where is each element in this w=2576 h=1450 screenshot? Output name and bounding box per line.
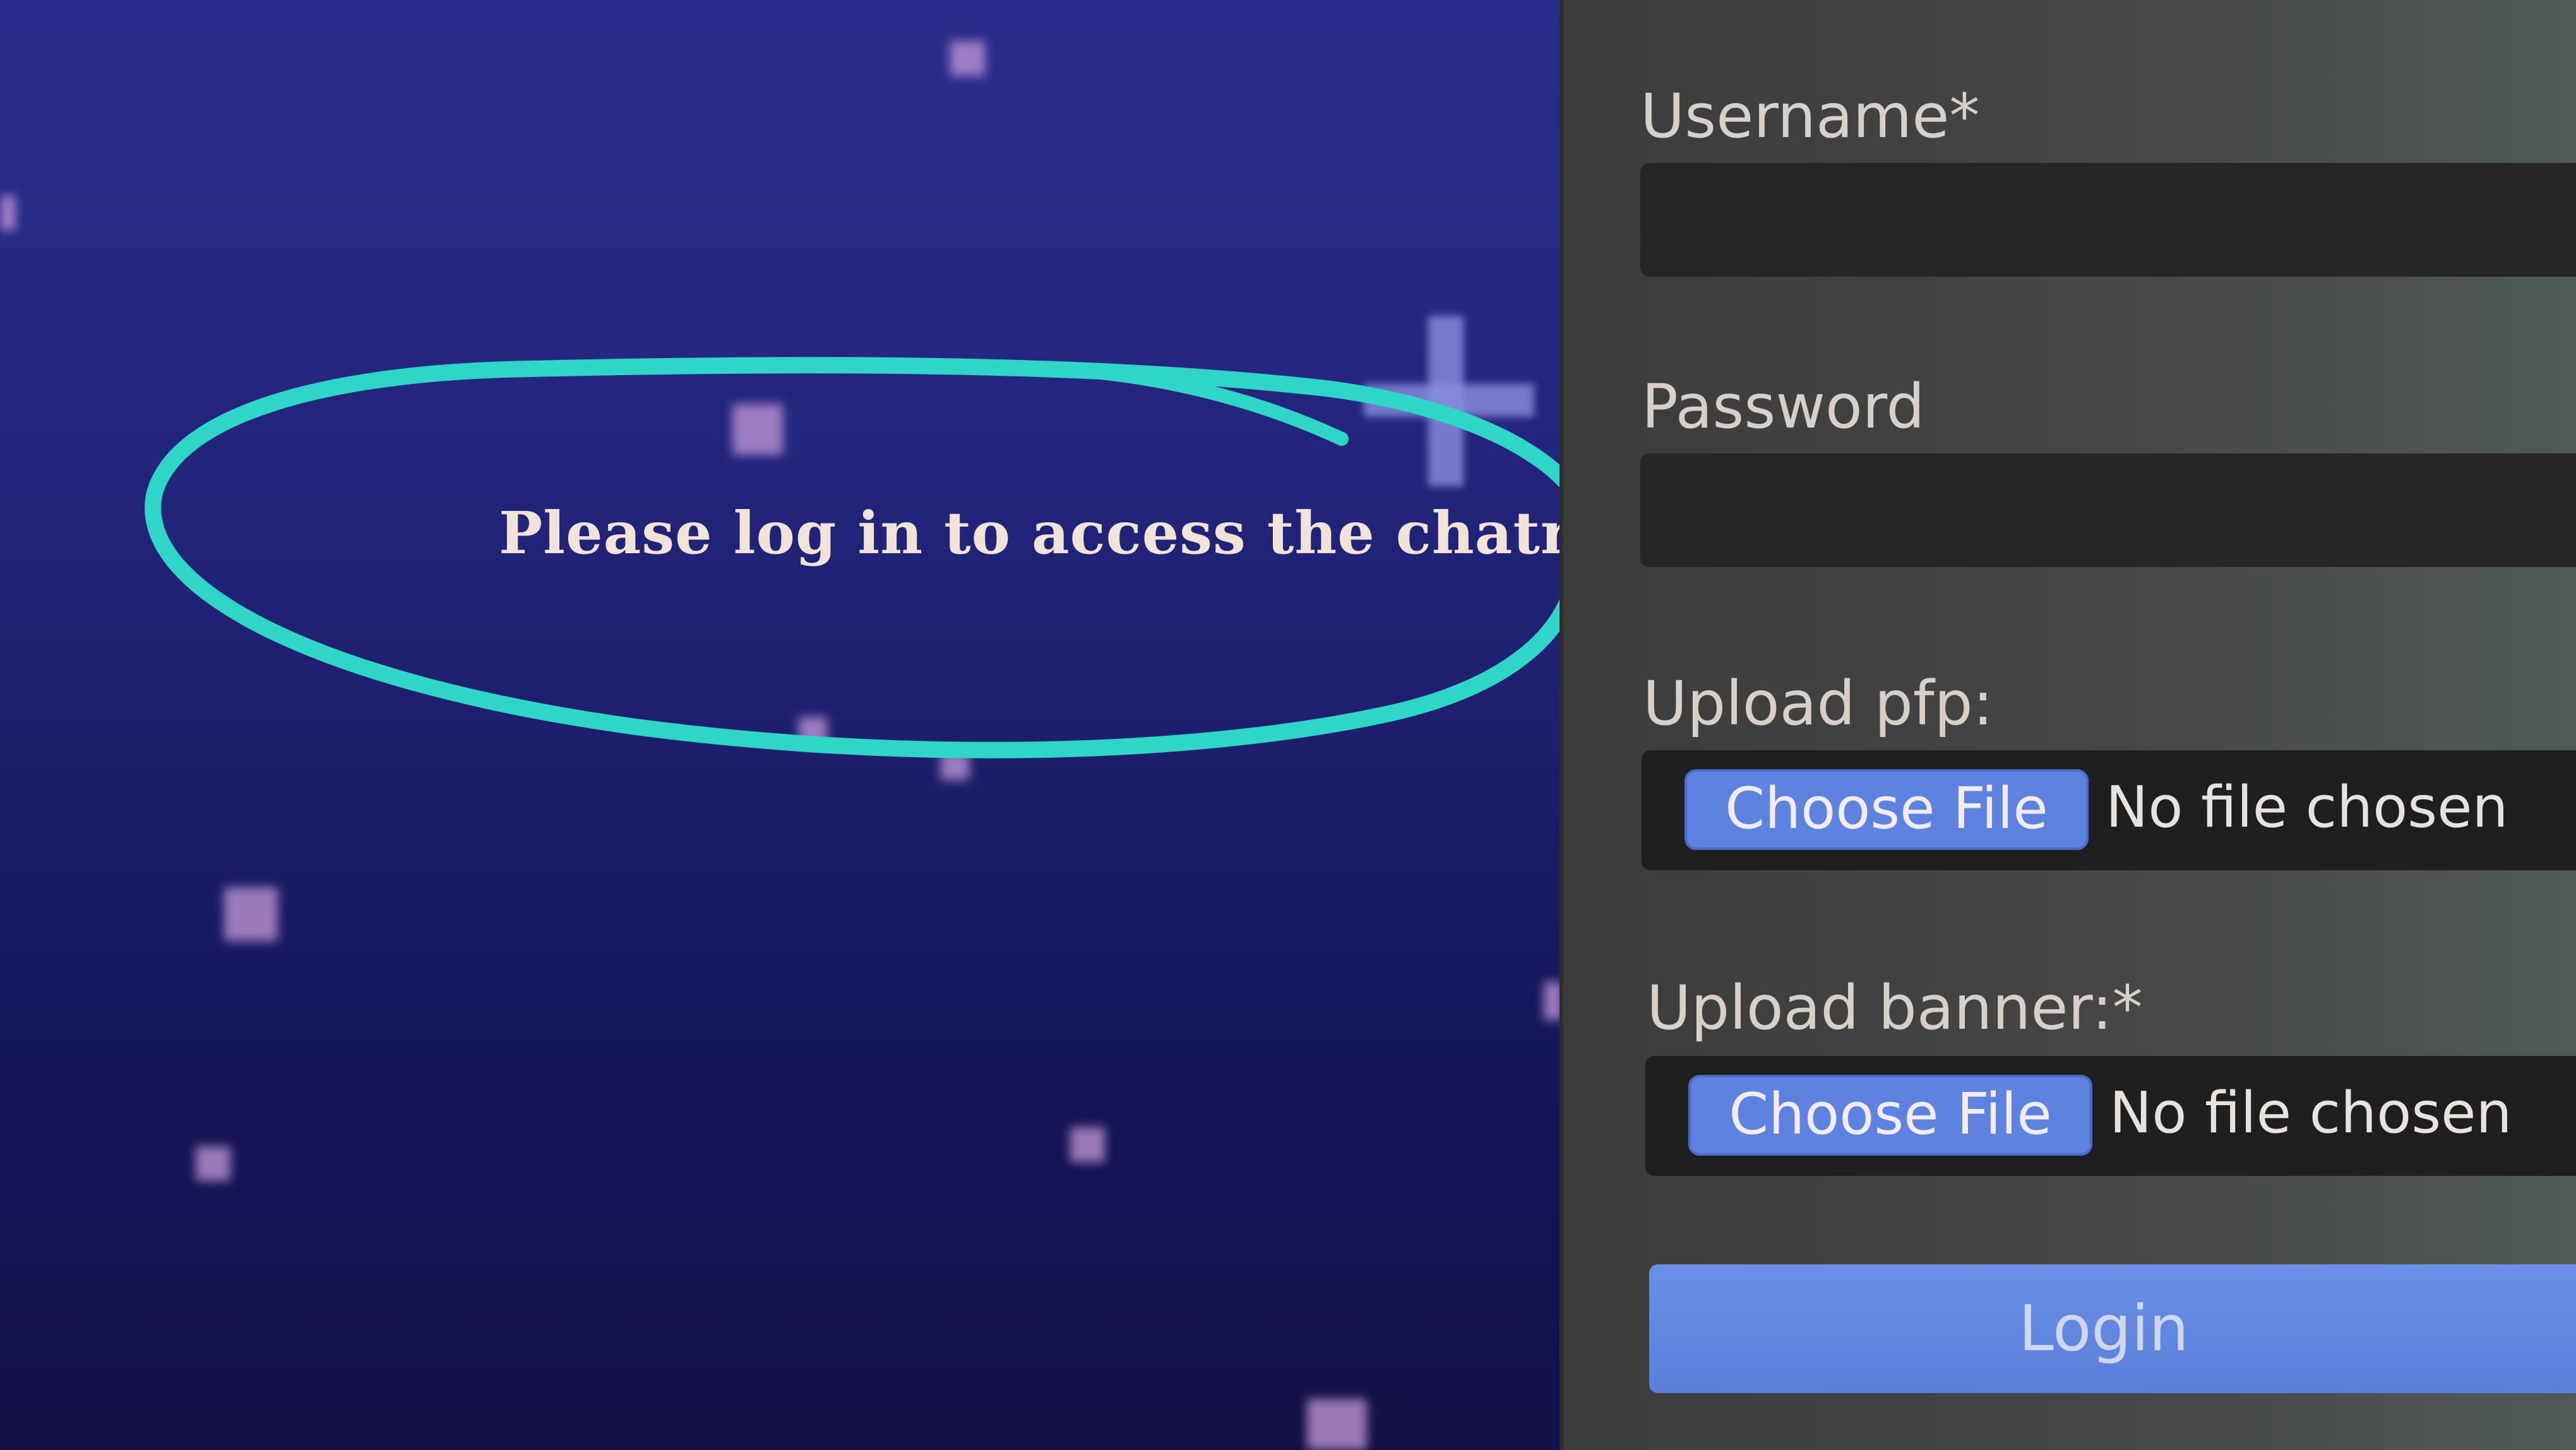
- sparkle-icon: [224, 887, 278, 941]
- login-button[interactable]: Login: [1649, 1264, 2576, 1393]
- banner-file-input[interactable]: Choose File No file chosen: [1645, 1056, 2576, 1176]
- cross-sparkle-icon: [1364, 384, 1534, 417]
- sparkle-icon: [941, 752, 969, 780]
- sparkle-icon: [1307, 1399, 1367, 1450]
- screen: Please log in to access the chatroom. Us…: [0, 0, 2576, 1450]
- starfield-panel: Please log in to access the chatroom.: [0, 0, 1563, 1450]
- username-input[interactable]: [1640, 163, 2576, 277]
- sparkle-icon: [196, 1146, 230, 1181]
- pfp-label: Upload pfp:: [1643, 668, 1993, 739]
- username-label: Username*: [1640, 81, 1980, 152]
- password-input[interactable]: [1640, 453, 2576, 567]
- sparkle-icon: [799, 717, 827, 745]
- pfp-file-status: No file chosen: [2106, 774, 2508, 841]
- login-prompt-message: Please log in to access the chatroom.: [499, 499, 1563, 567]
- sparkle-icon: [732, 404, 783, 455]
- pfp-file-input[interactable]: Choose File No file chosen: [1642, 750, 2576, 870]
- sparkle-icon: [0, 196, 16, 231]
- banner-label: Upload banner:*: [1647, 973, 2143, 1043]
- sparkle-icon: [1070, 1127, 1105, 1162]
- password-label: Password: [1642, 371, 1925, 442]
- pfp-choose-file-button[interactable]: Choose File: [1685, 769, 2089, 850]
- sparkle-icon: [950, 41, 985, 76]
- banner-file-status: No file chosen: [2109, 1080, 2512, 1146]
- banner-choose-file-button[interactable]: Choose File: [1688, 1075, 2092, 1156]
